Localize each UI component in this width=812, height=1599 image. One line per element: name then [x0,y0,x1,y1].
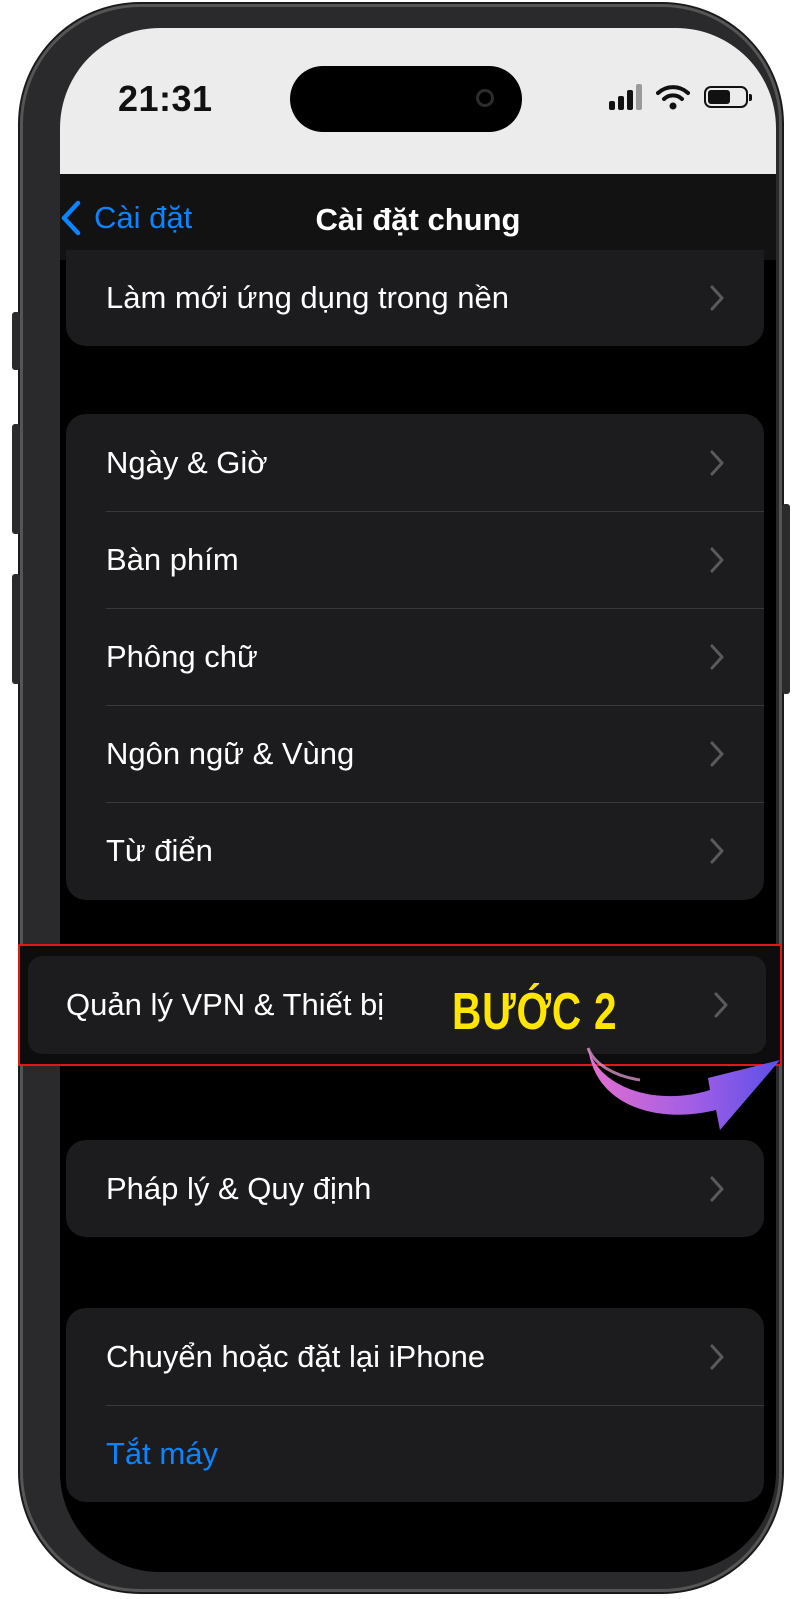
volume-down-button [12,574,20,684]
settings-group-background: Làm mới ứng dụng trong nền [66,250,764,346]
settings-row-legal-regulatory[interactable]: Pháp lý & Quy định [66,1140,764,1237]
status-time: 21:31 [118,78,213,119]
chevron-right-icon [710,838,724,863]
row-label: Ngày & Giờ [106,444,268,480]
row-label: Ngôn ngữ & Vùng [106,735,355,771]
curved-arrow-icon [586,1047,780,1130]
status-icons [609,84,752,110]
navigation-bar: Cài đặt Cài đặt chung [60,174,776,260]
cellular-signal-icon [609,84,642,110]
volume-up-button [12,424,20,534]
camera-icon [476,89,494,107]
settings-row-date-time[interactable]: Ngày & Giờ [66,414,764,511]
chevron-right-icon [710,547,724,572]
chevron-right-icon [710,1176,724,1201]
settings-row-keyboard[interactable]: Bàn phím [66,511,764,608]
row-label: Chuyển hoặc đặt lại iPhone [106,1338,486,1374]
settings-row-shut-down[interactable]: Tắt máy [66,1405,764,1502]
settings-row-language-region[interactable]: Ngôn ngữ & Vùng [66,705,764,802]
chevron-right-icon [710,644,724,669]
settings-group-legal: Pháp lý & Quy định [66,1140,764,1237]
shut-down-link: Tắt máy [106,1435,218,1471]
chevron-right-icon [710,741,724,766]
chevron-right-icon [710,1344,724,1369]
row-label: Phông chữ [106,638,258,674]
phone-screen: 21:31 Cài đặt Cài đặt chung Làm mới ứng … [60,28,776,1572]
settings-group-reset: Chuyển hoặc đặt lại iPhone Tắt máy [66,1308,764,1502]
settings-group-locale: Ngày & Giờ Bàn phím Phông chữ Ngôn ngữ &… [66,414,764,900]
row-label: Pháp lý & Quy định [106,1170,372,1206]
battery-icon [704,86,752,108]
dynamic-island [290,66,522,132]
status-bar: 21:31 [60,28,776,174]
row-label: Quản lý VPN & Thiết bị [66,987,385,1022]
action-button [12,312,20,370]
page-title: Cài đặt chung [315,202,521,237]
chevron-right-icon [710,285,724,311]
settings-row-transfer-reset[interactable]: Chuyển hoặc đặt lại iPhone [66,1308,764,1405]
settings-row-dictionary[interactable]: Từ điển [66,802,764,899]
wifi-icon [656,85,690,110]
phone-frame: 21:31 Cài đặt Cài đặt chung Làm mới ứng … [12,4,790,1592]
power-button [782,504,790,694]
settings-row-background-refresh[interactable]: Làm mới ứng dụng trong nền [66,250,764,346]
chevron-right-icon [710,450,724,475]
row-label: Bàn phím [106,541,239,577]
chevron-right-icon [714,992,728,1018]
row-label: Từ điển [106,832,213,868]
row-label: Làm mới ứng dụng trong nền [106,280,509,315]
settings-row-fonts[interactable]: Phông chữ [66,608,764,705]
